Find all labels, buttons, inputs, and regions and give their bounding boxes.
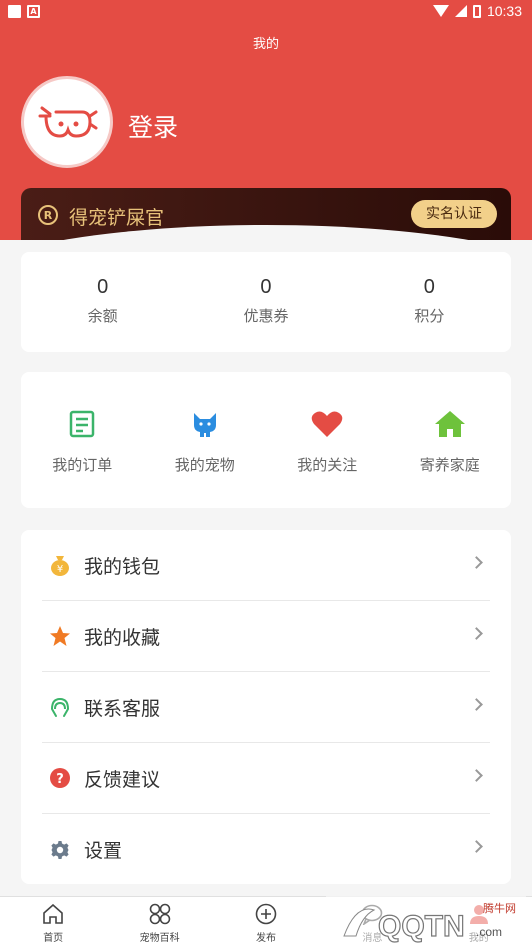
stat-value: 0 [423, 276, 435, 298]
menu-settings[interactable]: 设置 [42, 814, 490, 885]
heart-icon [311, 408, 343, 440]
wallet-icon: ¥ [49, 554, 71, 576]
tab-label: 首页 [43, 933, 64, 944]
stat-label: 余额 [87, 307, 118, 325]
tab-home[interactable]: 首页 [0, 897, 106, 946]
cat-icon [189, 408, 221, 440]
stat-balance[interactable]: 0 余额 [21, 252, 184, 352]
verify-button[interactable]: 实名认证 [411, 200, 497, 228]
page-title: 我的 [252, 37, 279, 52]
notification-icon [8, 5, 21, 18]
tab-label: 宠物百科 [139, 933, 180, 944]
chevron-right-icon [470, 840, 483, 853]
home-outline-icon [41, 902, 65, 926]
stat-points[interactable]: 0 积分 [348, 252, 511, 352]
menu-feedback[interactable]: ? 反馈建议 [42, 743, 490, 814]
chevron-right-icon [470, 698, 483, 711]
svg-text:.com: .com [476, 925, 502, 939]
pet-logo-icon [38, 106, 98, 138]
chevron-right-icon [470, 769, 483, 782]
tab-label: 发布 [255, 933, 276, 944]
quick-label: 我的宠物 [174, 456, 235, 474]
status-bar: A 10:33 [0, 0, 532, 24]
stat-value: 0 [260, 276, 272, 298]
stats-card: 0 余额 0 优惠券 0 积分 [21, 252, 511, 352]
login-link[interactable]: 登录 [128, 108, 178, 144]
plus-circle-icon [254, 902, 278, 926]
menu-label: 反馈建议 [84, 768, 161, 791]
order-icon [66, 408, 98, 440]
battery-icon [472, 4, 481, 18]
tab-publish[interactable]: 发布 [213, 897, 319, 946]
menu-customer-service[interactable]: 联系客服 [42, 672, 490, 743]
stat-value: 0 [97, 276, 109, 298]
quick-my-follows[interactable]: 我的关注 [266, 372, 389, 508]
chevron-right-icon [470, 556, 483, 569]
profile-header: A 10:33 我的 登录 R 得宠铲屎官 实名认证 [0, 0, 532, 240]
menu-label: 设置 [84, 840, 123, 862]
registered-icon: R [38, 205, 58, 225]
stat-label: 优惠券 [243, 307, 289, 325]
signal-icon [454, 5, 467, 17]
svg-text:¥: ¥ [57, 564, 63, 575]
quick-foster-family[interactable]: 寄养家庭 [389, 372, 512, 508]
watermark-text: 腾牛网 [483, 902, 516, 915]
stat-label: 积分 [414, 307, 445, 325]
grid-circles-icon [148, 902, 172, 926]
gear-icon [49, 839, 71, 861]
svg-text:?: ? [56, 772, 64, 787]
wifi-icon [432, 5, 449, 17]
member-title: 得宠铲屎官 [69, 207, 165, 229]
menu-favorites[interactable]: 我的收藏 [42, 601, 490, 672]
menu-label: 联系客服 [84, 697, 161, 720]
question-icon: ? [49, 767, 71, 789]
avatar[interactable] [21, 76, 113, 168]
quick-label: 寄养家庭 [419, 456, 480, 474]
star-icon [49, 625, 71, 647]
menu-label: 我的钱包 [84, 555, 161, 578]
menu-label: 我的收藏 [84, 626, 161, 649]
quick-actions-card: 我的订单 我的宠物 我的关注 寄养家庭 [21, 372, 511, 508]
menu-list: ¥ 我的钱包 我的收藏 联系客服 ? 反馈建议 设置 [21, 530, 511, 884]
app-notification-icon: A [27, 5, 40, 18]
chevron-right-icon [470, 627, 483, 640]
quick-my-orders[interactable]: 我的订单 [21, 372, 144, 508]
svg-text:QQTN: QQTN [378, 910, 465, 943]
quick-my-pets[interactable]: 我的宠物 [144, 372, 267, 508]
quick-label: 我的关注 [297, 456, 358, 474]
headset-icon [49, 696, 71, 718]
tab-pet-encyclopedia[interactable]: 宠物百科 [106, 897, 212, 946]
status-time: 10:33 [486, 3, 522, 19]
watermark: QQTN .com 腾牛网 [326, 896, 526, 946]
quick-label: 我的订单 [52, 456, 113, 474]
menu-wallet[interactable]: ¥ 我的钱包 [42, 530, 490, 601]
stat-coupons[interactable]: 0 优惠券 [184, 252, 347, 352]
home-icon [434, 408, 466, 440]
